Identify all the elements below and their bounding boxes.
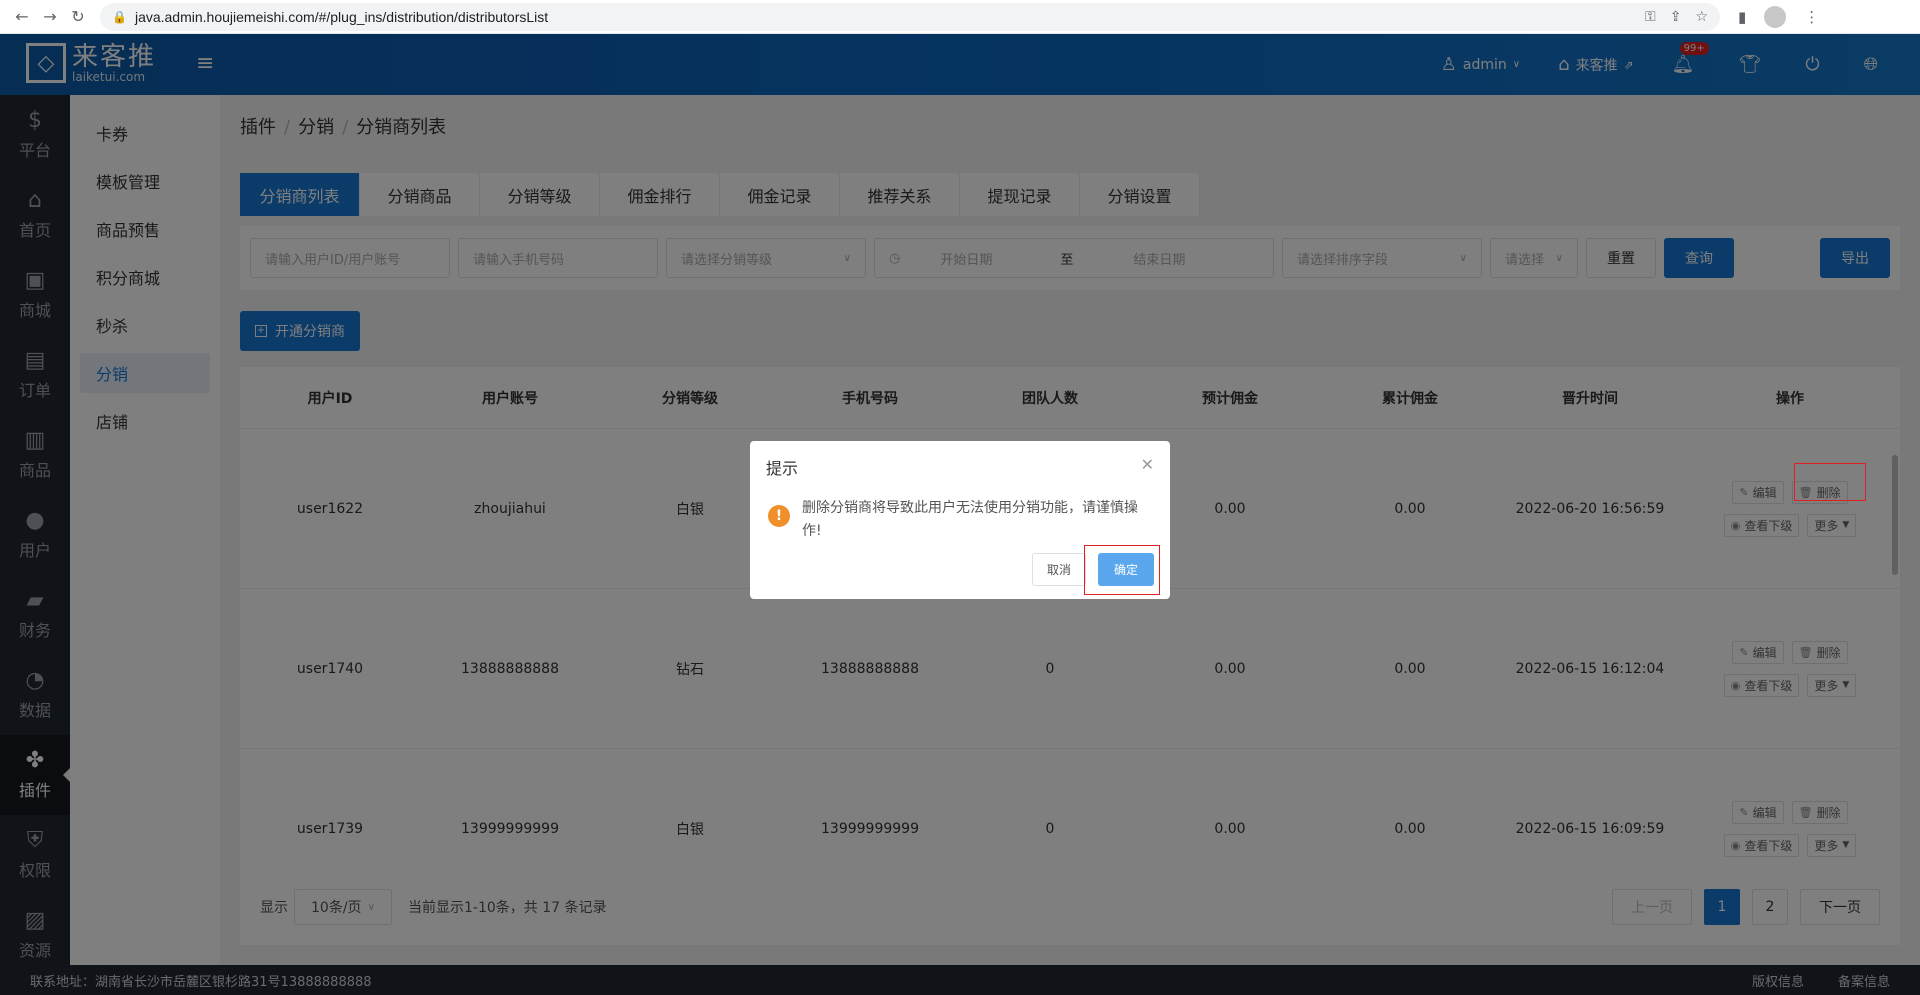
sidepanel-icon[interactable]: ▮ bbox=[1738, 8, 1746, 26]
star-icon[interactable]: ☆ bbox=[1695, 9, 1708, 25]
close-icon[interactable]: ✕ bbox=[1141, 455, 1154, 474]
share-icon[interactable]: ⇪ bbox=[1670, 9, 1682, 25]
profile-icon[interactable] bbox=[1764, 5, 1787, 28]
cancel-button[interactable]: 取消 bbox=[1032, 553, 1086, 586]
dialog-message: 删除分销商将导致此用户无法使用分销功能，请谨慎操作! bbox=[802, 500, 1138, 539]
forward-icon[interactable]: → bbox=[36, 3, 64, 31]
reload-icon[interactable]: ↻ bbox=[64, 3, 92, 31]
highlight-confirm-box bbox=[1084, 545, 1160, 595]
browser-toolbar: ← → ↻ 🔒 java.admin.houjiemeishi.com/#/pl… bbox=[0, 0, 1920, 34]
menu-icon[interactable]: ⋮ bbox=[1804, 8, 1819, 26]
address-bar[interactable]: 🔒 java.admin.houjiemeishi.com/#/plug_ins… bbox=[100, 2, 1720, 31]
warning-icon: ! bbox=[768, 505, 790, 527]
dialog-title: 提示 bbox=[766, 459, 799, 478]
back-icon[interactable]: ← bbox=[8, 3, 36, 31]
url-text: java.admin.houjiemeishi.com/#/plug_ins/d… bbox=[134, 8, 549, 25]
key-icon[interactable]: ⚿ bbox=[1645, 9, 1656, 25]
lock-icon: 🔒 bbox=[112, 9, 127, 24]
highlight-delete-box bbox=[1794, 463, 1866, 501]
confirm-dialog: 提示 ✕ ! 删除分销商将导致此用户无法使用分销功能，请谨慎操作! 取消 确定 bbox=[750, 441, 1170, 599]
